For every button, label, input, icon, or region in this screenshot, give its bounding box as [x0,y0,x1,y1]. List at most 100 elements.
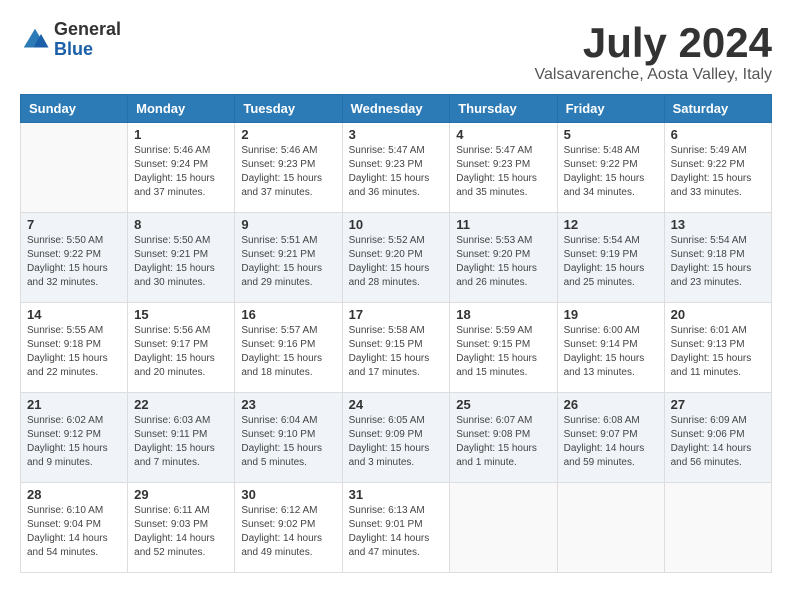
weekday-header-friday: Friday [557,95,664,123]
day-number: 13 [671,217,765,232]
day-number: 21 [27,397,121,412]
day-info: Sunrise: 5:46 AM Sunset: 9:24 PM Dayligh… [134,144,228,200]
day-number: 23 [241,397,335,412]
calendar-cell: 15 Sunrise: 5:56 AM Sunset: 9:17 PM Dayli… [128,303,235,393]
day-number: 7 [27,217,121,232]
weekday-header-sunday: Sunday [21,95,128,123]
logo: General Blue [20,20,121,60]
calendar-cell: 10 Sunrise: 5:52 AM Sunset: 9:20 PM Dayli… [342,213,450,303]
calendar-cell: 21 Sunrise: 6:02 AM Sunset: 9:12 PM Dayli… [21,393,128,483]
calendar-cell: 27 Sunrise: 6:09 AM Sunset: 9:06 PM Dayli… [664,393,771,483]
location: Valsavarenche, Aosta Valley, Italy [535,66,772,84]
calendar-cell: 28Sunrise: 6:10 AM Sunset: 9:04 PM Dayli… [21,483,128,573]
calendar-cell: 8Sunrise: 5:50 AM Sunset: 9:21 PM Daylig… [128,213,235,303]
calendar-table: SundayMondayTuesdayWednesdayThursdayFrid… [20,94,772,573]
day-number: 30 [241,487,335,502]
day-info: Sunrise: 5:57 AM Sunset: 9:16 PM Dayligh… [241,324,335,380]
day-info: Sunrise: 6:05 AM Sunset: 9:09 PM Dayligh… [349,414,444,470]
page-header: General Blue July 2024 Valsavarenche, Ao… [20,20,772,84]
calendar-cell: 26Sunrise: 6:08 AM Sunset: 9:07 PM Dayli… [557,393,664,483]
calendar-cell: 18 Sunrise: 5:59 AM Sunset: 9:15 PM Dayli… [450,303,557,393]
calendar-cell: 29 Sunrise: 6:11 AM Sunset: 9:03 PM Dayli… [128,483,235,573]
calendar-cell: 20Sunrise: 6:01 AM Sunset: 9:13 PM Dayli… [664,303,771,393]
day-number: 22 [134,397,228,412]
day-number: 4 [456,127,550,142]
day-info: Sunrise: 5:52 AM Sunset: 9:20 PM Dayligh… [349,234,444,290]
weekday-header-tuesday: Tuesday [235,95,342,123]
day-info: Sunrise: 6:04 AM Sunset: 9:10 PM Dayligh… [241,414,335,470]
day-number: 3 [349,127,444,142]
calendar-cell: 30 Sunrise: 6:12 AM Sunset: 9:02 PM Dayli… [235,483,342,573]
day-info: Sunrise: 5:54 AM Sunset: 9:18 PM Dayligh… [671,234,765,290]
calendar-cell [450,483,557,573]
calendar-cell: 23 Sunrise: 6:04 AM Sunset: 9:10 PM Dayli… [235,393,342,483]
day-number: 28 [27,487,121,502]
day-number: 19 [564,307,658,322]
day-number: 10 [349,217,444,232]
calendar-cell: 11 Sunrise: 5:53 AM Sunset: 9:20 PM Dayli… [450,213,557,303]
calendar-cell: 4 Sunrise: 5:47 AM Sunset: 9:23 PM Daylig… [450,123,557,213]
day-info: Sunrise: 5:53 AM Sunset: 9:20 PM Dayligh… [456,234,550,290]
logo-blue: Blue [54,40,121,60]
calendar-cell: 16 Sunrise: 5:57 AM Sunset: 9:16 PM Dayli… [235,303,342,393]
day-info: Sunrise: 5:48 AM Sunset: 9:22 PM Dayligh… [564,144,658,200]
day-info: Sunrise: 6:11 AM Sunset: 9:03 PM Dayligh… [134,504,228,560]
day-info: Sunrise: 5:54 AM Sunset: 9:19 PM Dayligh… [564,234,658,290]
weekday-header-saturday: Saturday [664,95,771,123]
calendar-cell [664,483,771,573]
day-number: 31 [349,487,444,502]
day-info: Sunrise: 5:50 AM Sunset: 9:21 PM Dayligh… [134,234,228,290]
day-info: Sunrise: 5:47 AM Sunset: 9:23 PM Dayligh… [349,144,444,200]
day-number: 17 [349,307,444,322]
day-info: Sunrise: 6:00 AM Sunset: 9:14 PM Dayligh… [564,324,658,380]
day-info: Sunrise: 5:56 AM Sunset: 9:17 PM Dayligh… [134,324,228,380]
weekday-header-wednesday: Wednesday [342,95,450,123]
day-number: 27 [671,397,765,412]
calendar-cell: 25Sunrise: 6:07 AM Sunset: 9:08 PM Dayli… [450,393,557,483]
logo-icon [20,25,50,55]
calendar-week-row: 21 Sunrise: 6:02 AM Sunset: 9:12 PM Dayli… [21,393,772,483]
day-info: Sunrise: 5:46 AM Sunset: 9:23 PM Dayligh… [241,144,335,200]
day-info: Sunrise: 5:58 AM Sunset: 9:15 PM Dayligh… [349,324,444,380]
calendar-cell: 7 Sunrise: 5:50 AM Sunset: 9:22 PM Daylig… [21,213,128,303]
day-number: 11 [456,217,550,232]
day-number: 12 [564,217,658,232]
calendar-week-row: 1 Sunrise: 5:46 AM Sunset: 9:24 PM Daylig… [21,123,772,213]
day-info: Sunrise: 6:03 AM Sunset: 9:11 PM Dayligh… [134,414,228,470]
day-info: Sunrise: 6:09 AM Sunset: 9:06 PM Dayligh… [671,414,765,470]
day-info: Sunrise: 5:55 AM Sunset: 9:18 PM Dayligh… [27,324,121,380]
day-info: Sunrise: 5:59 AM Sunset: 9:15 PM Dayligh… [456,324,550,380]
logo-text: General Blue [54,20,121,60]
calendar-cell: 3 Sunrise: 5:47 AM Sunset: 9:23 PM Daylig… [342,123,450,213]
calendar-cell: 14 Sunrise: 5:55 AM Sunset: 9:18 PM Dayli… [21,303,128,393]
calendar-cell: 6Sunrise: 5:49 AM Sunset: 9:22 PM Daylig… [664,123,771,213]
day-number: 29 [134,487,228,502]
day-info: Sunrise: 5:47 AM Sunset: 9:23 PM Dayligh… [456,144,550,200]
calendar-cell: 19 Sunrise: 6:00 AM Sunset: 9:14 PM Dayli… [557,303,664,393]
day-info: Sunrise: 5:50 AM Sunset: 9:22 PM Dayligh… [27,234,121,290]
calendar-cell: 5Sunrise: 5:48 AM Sunset: 9:22 PM Daylig… [557,123,664,213]
day-number: 2 [241,127,335,142]
day-number: 1 [134,127,228,142]
day-number: 6 [671,127,765,142]
weekday-header-thursday: Thursday [450,95,557,123]
weekday-header-monday: Monday [128,95,235,123]
day-info: Sunrise: 6:02 AM Sunset: 9:12 PM Dayligh… [27,414,121,470]
calendar-cell: 2 Sunrise: 5:46 AM Sunset: 9:23 PM Daylig… [235,123,342,213]
calendar-cell: 24 Sunrise: 6:05 AM Sunset: 9:09 PM Dayli… [342,393,450,483]
calendar-cell: 13 Sunrise: 5:54 AM Sunset: 9:18 PM Dayli… [664,213,771,303]
calendar-week-row: 7 Sunrise: 5:50 AM Sunset: 9:22 PM Daylig… [21,213,772,303]
calendar-week-row: 28Sunrise: 6:10 AM Sunset: 9:04 PM Dayli… [21,483,772,573]
day-info: Sunrise: 6:13 AM Sunset: 9:01 PM Dayligh… [349,504,444,560]
day-number: 9 [241,217,335,232]
calendar-cell: 17 Sunrise: 5:58 AM Sunset: 9:15 PM Dayli… [342,303,450,393]
month-title: July 2024 [535,20,772,66]
day-number: 18 [456,307,550,322]
day-info: Sunrise: 6:12 AM Sunset: 9:02 PM Dayligh… [241,504,335,560]
calendar-cell [557,483,664,573]
day-number: 16 [241,307,335,322]
calendar-cell: 22 Sunrise: 6:03 AM Sunset: 9:11 PM Dayli… [128,393,235,483]
day-number: 15 [134,307,228,322]
day-number: 24 [349,397,444,412]
day-number: 14 [27,307,121,322]
